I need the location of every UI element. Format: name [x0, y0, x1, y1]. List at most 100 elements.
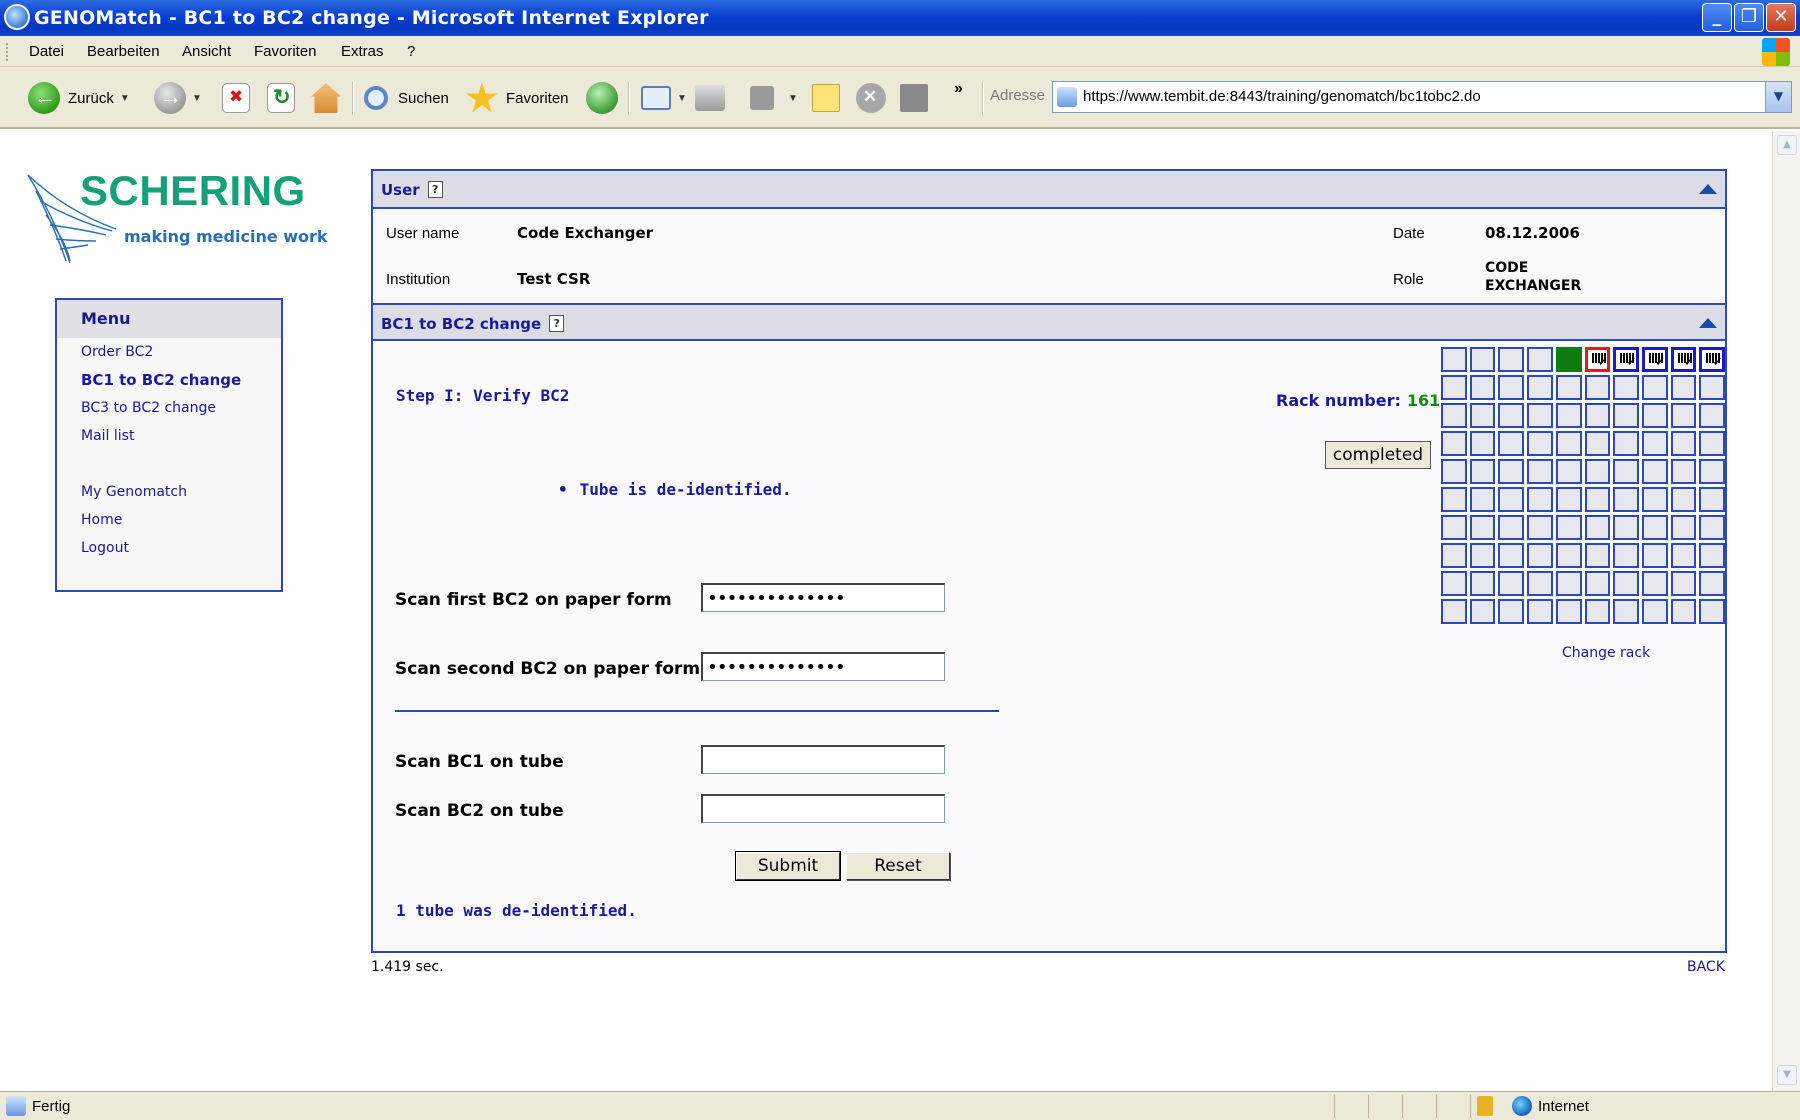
- rack-cell-empty[interactable]: [1613, 543, 1639, 568]
- menu-extras[interactable]: Extras: [341, 43, 384, 60]
- rack-cell-empty[interactable]: [1584, 487, 1611, 512]
- rack-cell-empty[interactable]: [1641, 431, 1668, 456]
- rack-cell-empty[interactable]: [1498, 543, 1525, 568]
- rack-cell-tube[interactable]: ✓: [1613, 347, 1639, 372]
- rack-cell-empty[interactable]: [1469, 571, 1496, 596]
- close-button[interactable]: ✕: [1766, 3, 1796, 32]
- minimize-button[interactable]: _: [1702, 3, 1732, 32]
- rack-cell-selected-tube[interactable]: ✓: [1584, 347, 1611, 372]
- forward-button[interactable]: ▼: [154, 80, 202, 116]
- rack-cell-empty[interactable]: [1699, 515, 1725, 540]
- rack-cell-empty[interactable]: [1699, 403, 1725, 428]
- rack-cell-empty[interactable]: [1469, 459, 1496, 484]
- sidebar-item-order-bc2[interactable]: Order BC2: [81, 344, 153, 360]
- messenger-button[interactable]: [856, 80, 886, 116]
- rack-cell-empty[interactable]: [1699, 571, 1725, 596]
- rack-cell-empty[interactable]: [1527, 403, 1553, 428]
- toolbar-overflow-icon[interactable]: »: [954, 71, 963, 107]
- rack-cell-empty[interactable]: [1441, 487, 1467, 512]
- rack-cell-empty[interactable]: [1641, 487, 1668, 512]
- rack-cell-empty[interactable]: [1469, 599, 1496, 624]
- rack-cell-empty[interactable]: [1670, 375, 1697, 400]
- rack-cell-empty[interactable]: [1670, 487, 1697, 512]
- sidebar-item-logout[interactable]: Logout: [81, 540, 129, 556]
- first-bc2-input[interactable]: [701, 583, 945, 612]
- rack-cell-empty[interactable]: [1555, 543, 1582, 568]
- rack-cell-empty[interactable]: [1670, 599, 1697, 624]
- collapse-change-icon[interactable]: [1699, 318, 1717, 328]
- mail-button[interactable]: ▼: [641, 80, 687, 116]
- rack-cell-empty[interactable]: [1670, 403, 1697, 428]
- forward-dropdown-icon[interactable]: ▼: [192, 93, 202, 104]
- rack-cell-empty[interactable]: [1441, 515, 1467, 540]
- rack-cell-empty[interactable]: [1527, 347, 1553, 372]
- rack-cell-empty[interactable]: [1555, 599, 1582, 624]
- rack-cell-empty[interactable]: [1527, 431, 1553, 456]
- vertical-scrollbar[interactable]: ▲ ▼: [1772, 131, 1800, 1091]
- rack-cell-empty[interactable]: [1527, 375, 1553, 400]
- rack-cell-empty[interactable]: [1584, 571, 1611, 596]
- stop-button[interactable]: [222, 80, 250, 116]
- scroll-down-icon[interactable]: ▼: [1777, 1065, 1797, 1085]
- rack-cell-empty[interactable]: [1498, 347, 1525, 372]
- rack-cell-empty[interactable]: [1441, 403, 1467, 428]
- rack-cell-empty[interactable]: [1527, 459, 1553, 484]
- rack-cell-empty[interactable]: [1584, 459, 1611, 484]
- rack-cell-empty[interactable]: [1469, 515, 1496, 540]
- rack-cell-empty[interactable]: [1527, 571, 1553, 596]
- rack-cell-empty[interactable]: [1555, 515, 1582, 540]
- rack-cell-empty[interactable]: [1469, 347, 1496, 372]
- rack-cell-tube[interactable]: ✓: [1699, 347, 1725, 372]
- rack-cell-empty[interactable]: [1498, 459, 1525, 484]
- edit-button[interactable]: ▼: [750, 80, 798, 116]
- rack-cell-empty[interactable]: [1699, 599, 1725, 624]
- back-button[interactable]: Zurück ▼: [28, 80, 130, 116]
- rack-cell-tube[interactable]: ✓: [1670, 347, 1697, 372]
- favorites-button[interactable]: Favoriten: [466, 80, 569, 116]
- refresh-button[interactable]: [267, 80, 295, 116]
- sidebar-item-bc3-to-bc2[interactable]: BC3 to BC2 change: [81, 400, 216, 416]
- rack-cell-empty[interactable]: [1584, 403, 1611, 428]
- search-button[interactable]: Suchen: [364, 80, 449, 116]
- edit-dropdown-icon[interactable]: ▼: [788, 93, 798, 104]
- address-dropdown-icon[interactable]: ▼: [1765, 82, 1791, 112]
- scroll-up-icon[interactable]: ▲: [1777, 135, 1797, 155]
- rack-cell-empty[interactable]: [1641, 543, 1668, 568]
- address-url[interactable]: https://www.tembit.de:8443/training/geno…: [1083, 88, 1481, 105]
- rack-cell-tube[interactable]: ✓: [1641, 347, 1668, 372]
- rack-cell-empty[interactable]: [1613, 487, 1639, 512]
- rack-cell-empty[interactable]: [1498, 375, 1525, 400]
- rack-cell-empty[interactable]: [1498, 431, 1525, 456]
- home-button[interactable]: [311, 80, 341, 116]
- rack-cell-empty[interactable]: [1613, 431, 1639, 456]
- menu-bearbeiten[interactable]: Bearbeiten: [87, 43, 160, 60]
- submit-button[interactable]: Submit: [735, 851, 841, 881]
- rack-cell-empty[interactable]: [1555, 487, 1582, 512]
- rack-cell-empty[interactable]: [1441, 459, 1467, 484]
- rack-cell-empty[interactable]: [1498, 571, 1525, 596]
- rack-cell-empty[interactable]: [1555, 459, 1582, 484]
- rack-cell-empty[interactable]: [1527, 487, 1553, 512]
- sidebar-item-bc1-to-bc2[interactable]: BC1 to BC2 change: [81, 371, 241, 389]
- rack-cell-empty[interactable]: [1527, 515, 1553, 540]
- back-dropdown-icon[interactable]: ▼: [120, 93, 130, 104]
- rack-cell-empty[interactable]: [1641, 571, 1668, 596]
- rack-cell-empty[interactable]: [1613, 459, 1639, 484]
- menubar-grip[interactable]: [6, 43, 9, 61]
- rack-cell-empty[interactable]: [1670, 459, 1697, 484]
- rack-cell-empty[interactable]: [1441, 543, 1467, 568]
- rack-cell-empty[interactable]: [1641, 403, 1668, 428]
- change-rack-link[interactable]: Change rack: [1562, 645, 1650, 661]
- reset-button[interactable]: Reset: [846, 852, 950, 880]
- address-bar[interactable]: https://www.tembit.de:8443/training/geno…: [1052, 81, 1792, 113]
- menu-datei[interactable]: Datei: [29, 43, 64, 60]
- rack-cell-empty[interactable]: [1613, 571, 1639, 596]
- rack-cell-empty[interactable]: [1498, 515, 1525, 540]
- rack-cell-empty[interactable]: [1584, 515, 1611, 540]
- rack-cell-empty[interactable]: [1441, 431, 1467, 456]
- rack-cell-empty[interactable]: [1613, 375, 1639, 400]
- rack-cell-empty[interactable]: [1670, 571, 1697, 596]
- rack-cell-empty[interactable]: [1584, 431, 1611, 456]
- rack-cell-empty[interactable]: [1699, 375, 1725, 400]
- completed-status-button[interactable]: completed: [1325, 441, 1431, 469]
